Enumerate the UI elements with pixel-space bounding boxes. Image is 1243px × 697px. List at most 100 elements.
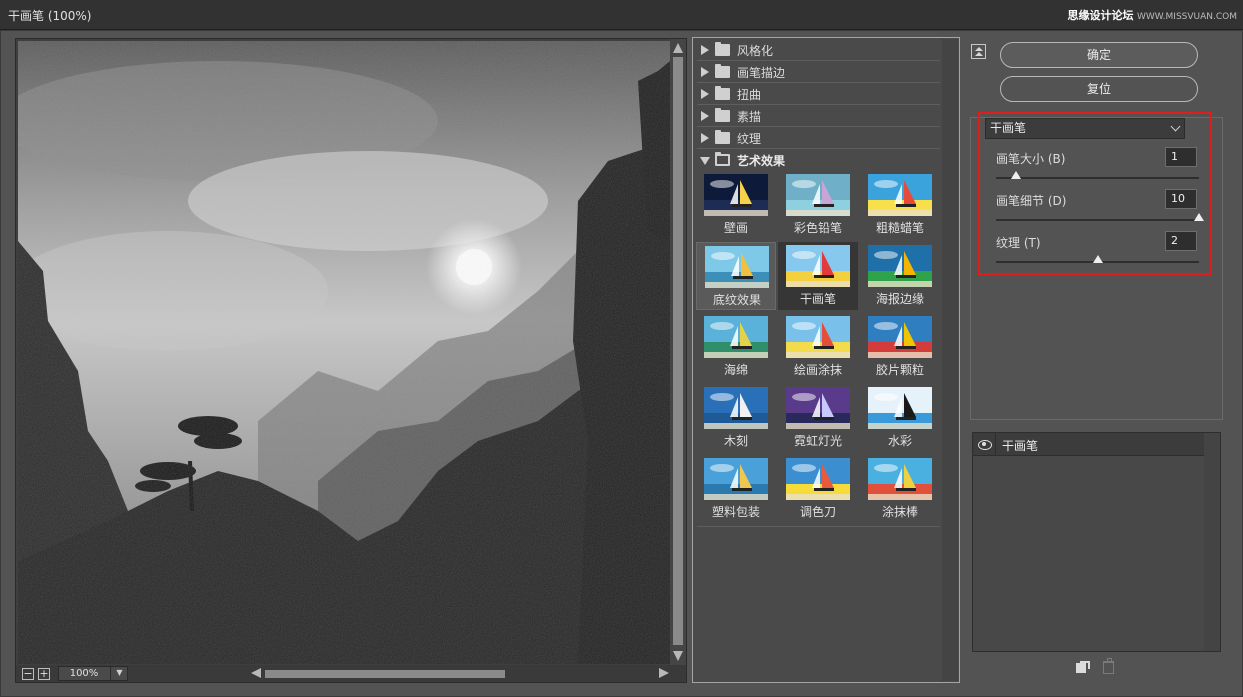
filter-thumb-plastic-wrap[interactable]: 塑料包装 (696, 455, 776, 523)
visibility-eye-icon[interactable] (973, 433, 996, 456)
watermark-text: 思缘设计论坛 (1067, 9, 1134, 22)
category-label: 扭曲 (737, 88, 762, 102)
plastic-wrap-thumbnail-icon (704, 458, 768, 500)
colored-pencil-thumbnail-icon (786, 174, 850, 216)
scroll-left-arrow-icon[interactable] (251, 668, 261, 678)
preview-canvas[interactable] (18, 41, 670, 664)
horizontal-scroll-thumb[interactable] (265, 670, 505, 678)
effect-layer-name: 干画笔 (1002, 439, 1039, 453)
zoom-out-button[interactable]: − (22, 668, 34, 680)
category-label: 纹理 (737, 132, 762, 146)
landscape-preview-image (18, 41, 670, 664)
folder-icon (715, 64, 730, 78)
filter-thumb-label: 干画笔 (799, 292, 836, 306)
filter-thumb-smudge-stick[interactable]: 涂抹棒 (860, 455, 940, 523)
effect-layer-row[interactable]: 干画笔 (973, 433, 1205, 456)
cutout-thumbnail-icon (704, 387, 768, 429)
window-title: 干画笔 (100%) (8, 9, 92, 23)
filter-thumb-film-grain[interactable]: 胶片颗粒 (860, 313, 940, 381)
scroll-down-arrow-icon[interactable] (673, 651, 683, 661)
gallery-scrollbar[interactable] (942, 39, 958, 681)
open-folder-icon (715, 152, 730, 166)
category-sketch[interactable]: 素描 (697, 105, 940, 127)
neon-glow-thumbnail-icon (786, 387, 850, 429)
poster-edges-thumbnail-icon (868, 245, 932, 287)
reset-button[interactable]: 复位 (1000, 76, 1198, 102)
filter-thumb-label: 壁画 (723, 221, 748, 235)
collapse-gallery-icon[interactable] (971, 44, 986, 59)
category-distort[interactable]: 扭曲 (697, 83, 940, 105)
preview-vertical-scrollbar[interactable] (670, 39, 686, 665)
expand-triangle-icon[interactable] (701, 111, 709, 121)
filter-thumb-fresco[interactable]: 壁画 (696, 171, 776, 239)
watermark-url: WWW.MISSVUAN.COM (1137, 12, 1237, 22)
category-texture[interactable]: 纹理 (697, 127, 940, 149)
category-stylize[interactable]: 风格化 (697, 39, 940, 61)
filter-thumb-label: 涂抹棒 (881, 505, 918, 519)
filter-thumb-label: 粗糙蜡笔 (875, 221, 924, 235)
paint-daubs-thumbnail-icon (786, 316, 850, 358)
ok-button[interactable]: 确定 (1000, 42, 1198, 68)
filter-thumb-dry-brush[interactable]: 干画笔 (778, 242, 858, 310)
filter-thumb-colored-pencil[interactable]: 彩色铅笔 (778, 171, 858, 239)
sponge-thumbnail-icon (704, 316, 768, 358)
filter-thumb-sponge[interactable]: 海绵 (696, 313, 776, 381)
category-label: 画笔描边 (737, 66, 786, 80)
layers-scrollbar[interactable] (1204, 433, 1220, 651)
preview-horizontal-scrollbar[interactable] (251, 666, 669, 681)
rough-pastels-thumbnail-icon (868, 174, 932, 216)
scroll-up-arrow-icon[interactable] (673, 43, 683, 53)
palette-knife-thumbnail-icon (786, 458, 850, 500)
expand-triangle-icon[interactable] (701, 45, 709, 55)
filter-thumb-label: 霓虹灯光 (793, 434, 842, 448)
preview-panel: − + 100% ▼ (15, 38, 687, 683)
folder-icon (715, 108, 730, 122)
zoom-level-value: 100% (69, 668, 99, 679)
folder-icon (715, 42, 730, 56)
category-label: 艺术效果 (737, 154, 786, 168)
film-grain-thumbnail-icon (868, 316, 932, 358)
filter-thumb-cutout[interactable]: 木刻 (696, 384, 776, 452)
chevron-down-icon[interactable]: ▼ (110, 666, 128, 681)
underpainting-thumbnail-icon (705, 246, 769, 288)
filter-thumb-label: 胶片颗粒 (875, 363, 924, 377)
settings-highlight-frame (978, 112, 1212, 275)
filter-thumb-palette-knife[interactable]: 调色刀 (778, 455, 858, 523)
delete-layer-icon[interactable] (1103, 658, 1114, 674)
expand-triangle-icon[interactable] (701, 89, 709, 99)
filter-thumb-label: 塑料包装 (711, 505, 760, 519)
watercolor-thumbnail-icon (868, 387, 932, 429)
gallery-divider (697, 526, 940, 527)
filter-thumb-watercolor[interactable]: 水彩 (860, 384, 940, 452)
watermark: 思缘设计论坛 WWW.MISSVUAN.COM (1068, 7, 1238, 23)
filter-thumb-poster-edges[interactable]: 海报边缘 (860, 242, 940, 310)
category-artistic[interactable]: 艺术效果 (697, 149, 940, 171)
filter-thumb-label: 彩色铅笔 (793, 221, 842, 235)
filter-thumb-neon-glow[interactable]: 霓虹灯光 (778, 384, 858, 452)
category-label: 风格化 (737, 44, 774, 58)
filter-thumb-rough-pastels[interactable]: 粗糙蜡笔 (860, 171, 940, 239)
folder-icon (715, 130, 730, 144)
zoom-in-button[interactable]: + (38, 668, 50, 680)
category-brush-strokes[interactable]: 画笔描边 (697, 61, 940, 83)
filter-thumb-label: 绘画涂抹 (793, 363, 842, 377)
window-titlebar: 干画笔 (100%) 思缘设计论坛 WWW.MISSVUAN.COM (0, 0, 1243, 30)
filter-thumb-label: 海绵 (723, 363, 748, 377)
effect-layers-panel: 干画笔 (972, 432, 1221, 652)
filter-thumb-label: 调色刀 (799, 505, 836, 519)
vertical-scroll-thumb[interactable] (673, 57, 683, 645)
preview-bottom-bar: − + 100% ▼ (16, 665, 686, 682)
fresco-thumbnail-icon (704, 174, 768, 216)
scroll-right-arrow-icon[interactable] (659, 668, 669, 678)
dry-brush-thumbnail-icon (786, 245, 850, 287)
collapse-triangle-icon[interactable] (700, 157, 710, 165)
expand-triangle-icon[interactable] (701, 67, 709, 77)
new-effect-layer-icon[interactable] (1076, 661, 1090, 673)
expand-triangle-icon[interactable] (701, 133, 709, 143)
smudge-stick-thumbnail-icon (868, 458, 932, 500)
filter-thumb-label: 水彩 (887, 434, 912, 448)
filter-thumb-underpainting[interactable]: 底纹效果 (696, 242, 776, 310)
category-label: 素描 (737, 110, 762, 124)
filter-thumb-label: 海报边缘 (875, 292, 924, 306)
filter-thumb-paint-daubs[interactable]: 绘画涂抹 (778, 313, 858, 381)
